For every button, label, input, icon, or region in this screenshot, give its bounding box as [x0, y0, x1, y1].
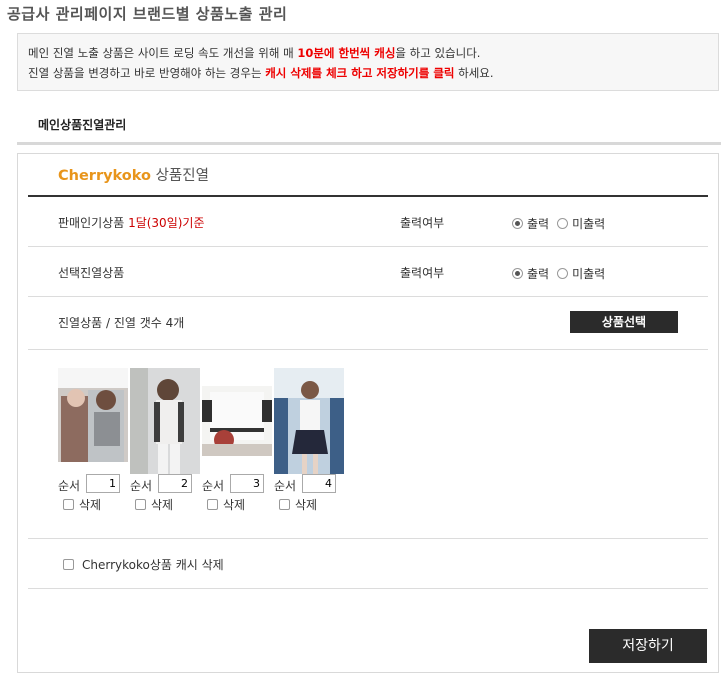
delete-checkbox[interactable]: [135, 499, 146, 510]
output-radio-group: 출력 미출력: [512, 215, 605, 232]
row-divider: [28, 588, 708, 589]
display-count-label: 진열상품 / 진열 갯수 4개: [58, 316, 185, 330]
tab-divider: [17, 142, 721, 145]
delete-option: 삭제: [63, 496, 101, 513]
delete-label: 삭제: [79, 498, 102, 512]
order-input[interactable]: [158, 474, 192, 493]
notice-highlight: 10분에 한번씩 캐싱: [297, 46, 396, 60]
delete-label: 삭제: [223, 498, 246, 512]
output-label: 출력여부: [400, 266, 445, 280]
row-divider: [28, 349, 708, 350]
order-input[interactable]: [302, 474, 336, 493]
tab-main-display[interactable]: 메인상품진열관리: [38, 116, 126, 133]
radio-output-on[interactable]: [512, 268, 523, 279]
notice-text: 을 하고 있습니다.: [395, 46, 481, 60]
row-divider: [28, 538, 708, 539]
select-products-button[interactable]: 상품선택: [570, 311, 678, 333]
product-image[interactable]: [130, 368, 200, 474]
notice-line-1: 메인 진열 노출 상품은 사이트 로딩 속도 개선을 위해 매 10분에 한번씩…: [28, 43, 708, 63]
delete-option: 삭제: [207, 496, 245, 513]
notice-box: 메인 진열 노출 상품은 사이트 로딩 속도 개선을 위해 매 10분에 한번씩…: [17, 33, 719, 91]
notice-text: 진열 상품을 변경하고 바로 반영해야 하는 경우는: [28, 66, 266, 80]
output-label: 출력여부: [400, 216, 445, 230]
delete-checkbox[interactable]: [63, 499, 74, 510]
product-image[interactable]: [274, 368, 344, 474]
delete-option: 삭제: [135, 496, 173, 513]
radio-label: 출력: [527, 267, 550, 281]
save-button[interactable]: 저장하기: [589, 629, 707, 663]
radio-output-off[interactable]: [557, 268, 569, 279]
display-panel: Cherrykoko 상품진열 판매인기상품 1달(30일)기준 출력여부 출력…: [17, 153, 719, 673]
selected-display-label: 선택진열상품: [58, 266, 125, 280]
section-title: Cherrykoko 상품진열: [58, 164, 209, 185]
order-label: 순서: [202, 479, 225, 493]
row-divider: [28, 246, 708, 247]
title-divider: [28, 195, 708, 197]
radio-output-off[interactable]: [557, 218, 569, 229]
order-input[interactable]: [230, 474, 264, 493]
page-title: 공급사 관리페이지 브랜드별 상품노출 관리: [7, 5, 288, 23]
notice-text: 하세요.: [454, 66, 494, 80]
delete-checkbox[interactable]: [207, 499, 218, 510]
order-label: 순서: [58, 479, 81, 493]
best-seller-label: 판매인기상품 1달(30일)기준: [58, 214, 205, 231]
notice-text: 메인 진열 노출 상품은 사이트 로딩 속도 개선을 위해 매: [28, 46, 298, 60]
cache-delete-label: Cherrykoko상품 캐시 삭제: [82, 558, 224, 572]
delete-checkbox[interactable]: [279, 499, 290, 510]
delete-option: 삭제: [279, 496, 317, 513]
cache-delete-checkbox[interactable]: [63, 559, 74, 570]
row-label-text: 판매인기상품: [58, 216, 129, 230]
brand-name: Cherrykoko: [58, 168, 151, 184]
row-divider: [28, 296, 708, 297]
product-image[interactable]: [58, 368, 128, 474]
order-label: 순서: [130, 479, 153, 493]
order-input[interactable]: [86, 474, 120, 493]
section-title-text: 상품진열: [150, 168, 209, 184]
delete-label: 삭제: [295, 498, 318, 512]
radio-label: 미출력: [572, 217, 606, 231]
delete-label: 삭제: [151, 498, 174, 512]
cache-delete-option: Cherrykoko상품 캐시 삭제: [63, 556, 224, 573]
notice-highlight: 캐시 삭제를 체크 하고 저장하기를 클릭: [265, 66, 455, 80]
order-label: 순서: [274, 479, 297, 493]
radio-label: 미출력: [572, 267, 606, 281]
radio-output-on[interactable]: [512, 218, 523, 229]
product-image[interactable]: [202, 386, 272, 456]
output-radio-group: 출력 미출력: [512, 265, 605, 282]
notice-line-2: 진열 상품을 변경하고 바로 반영해야 하는 경우는 캐시 삭제를 체크 하고 …: [28, 63, 708, 83]
radio-label: 출력: [527, 217, 550, 231]
period-label: 1달(30일)기준: [128, 216, 205, 230]
